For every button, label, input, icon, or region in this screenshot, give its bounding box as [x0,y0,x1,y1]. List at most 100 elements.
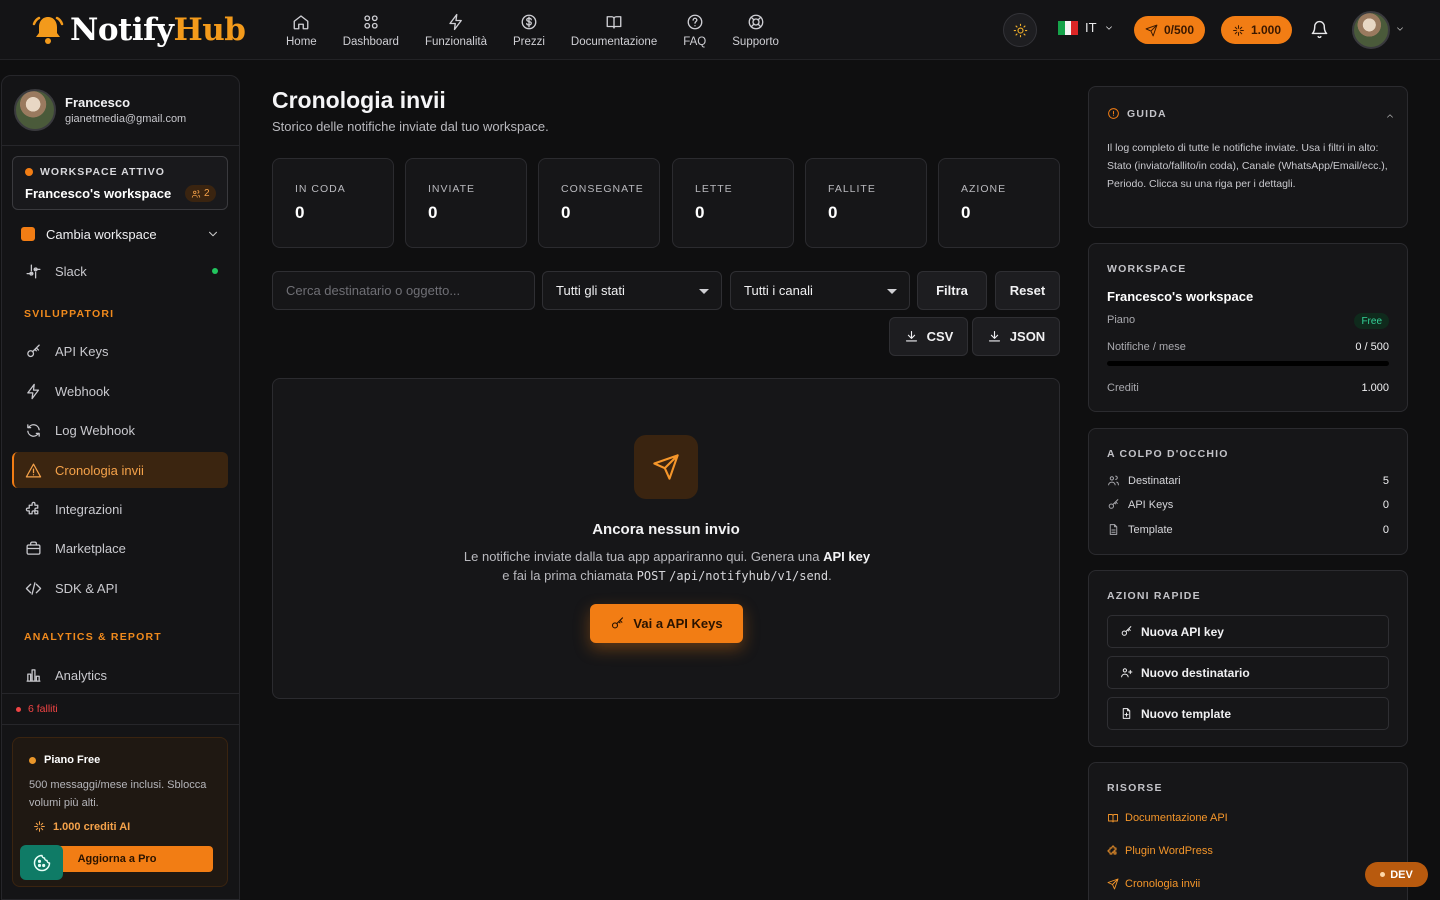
book-icon [606,15,622,29]
language-selector[interactable]: IT [1058,20,1114,35]
stat-label: AZIONE [961,183,1007,195]
users-icon [191,189,201,198]
cookie-icon [33,854,50,871]
resources-panel: RISORSE Documentazione API Plugin WordPr… [1088,762,1408,900]
link-send-history-label: Cronologia invii [1125,878,1201,890]
download-icon [988,330,1000,342]
stat-queued: IN CODA 0 [272,158,394,248]
user-avatar [14,89,56,131]
sidebar-item-analytics[interactable]: Analytics [12,657,228,693]
stat-value: 0 [828,203,838,222]
new-template-button[interactable]: Nuovo template [1107,697,1389,730]
sidebar-item-sdk-api[interactable]: SDK & API [12,570,228,606]
filter-button[interactable]: Filtra [917,271,987,310]
stat-delivered: CONSEGNATE 0 [538,158,660,248]
user-menu-caret[interactable] [1395,24,1405,34]
stat-value: 0 [428,203,438,222]
link-api-docs[interactable]: Documentazione API [1107,812,1228,824]
nav-pricing[interactable]: Prezzi [500,10,558,50]
cookie-settings-button[interactable] [20,845,63,880]
lifebuoy-icon [748,14,764,29]
user-avatar[interactable] [1352,11,1390,49]
quick-actions-title: AZIONI RAPIDE [1107,590,1201,602]
sidebar-item-integrations[interactable]: Integrazioni [12,491,228,527]
sidebar-item-webhook[interactable]: Webhook [12,373,228,409]
glance-label: Template [1128,523,1173,536]
messages-usage-pill[interactable]: 0/500 [1134,16,1206,44]
dropdown-arrow-icon [887,289,897,294]
sidebar-item-webhook-log[interactable]: Log Webhook [12,412,228,448]
active-workspace-card[interactable]: WORKSPACE ATTIVO Francesco's workspace 2 [12,156,228,210]
workspace-panel-title: WORKSPACE [1107,263,1187,275]
channel-select[interactable]: Tutti i canali [730,271,910,310]
notifications-button[interactable] [1310,20,1329,39]
credits-value: 1.000 [1251,23,1282,37]
sidebar-item-api-keys[interactable]: API Keys [12,333,228,369]
sidebar-item-marketplace[interactable]: Marketplace [12,530,228,566]
export-json-button[interactable]: JSON [972,317,1060,356]
nav-faq-label: FAQ [683,35,707,48]
credits-label: Crediti [1107,382,1139,394]
switch-workspace-button[interactable]: Cambia workspace [12,217,228,251]
sidebar-item-label: API Keys [55,343,109,359]
plan-dot [29,756,36,764]
dev-badge[interactable]: DEV [1365,862,1428,887]
workspace-members-badge: 2 [185,185,216,202]
nav-features[interactable]: Funzionalità [412,10,500,50]
export-csv-button[interactable]: CSV [889,317,968,356]
reset-button[interactable]: Reset [995,271,1060,310]
guide-panel: GUIDA Il log completo di tutte le notifi… [1088,86,1408,228]
dropdown-arrow-icon [699,289,709,294]
new-api-key-button[interactable]: Nuova API key [1107,615,1389,648]
sidebar-item-send-history[interactable]: Cronologia invii [12,452,228,488]
chevron-up-icon[interactable] [1385,111,1395,121]
nav-dashboard[interactable]: Dashboard [330,10,412,50]
nav-home[interactable]: Home [273,10,330,50]
theme-toggle-button[interactable] [1003,13,1037,47]
nav-docs[interactable]: Documentazione [558,10,670,50]
empty-state-title: Ancora nessun invio [592,521,740,538]
home-icon [293,14,309,29]
export-csv-label: CSV [926,329,954,344]
stat-label: LETTE [695,183,733,195]
stat-action: AZIONE 0 [938,158,1060,248]
notifications-label: Notifiche / mese [1107,341,1186,353]
nav-pricing-label: Prezzi [512,35,545,48]
logo[interactable]: NotifyHub [28,10,246,50]
info-icon [1108,108,1119,119]
chevron-down-icon [1397,27,1403,31]
active-dot [25,168,33,176]
nav-faq[interactable]: FAQ [670,10,719,50]
stat-sent: INVIATE 0 [405,158,527,248]
warning-icon [25,462,42,478]
download-icon [905,330,917,342]
notifications-value: 0 / 500 [1355,341,1389,353]
stat-value: 0 [695,203,705,222]
glance-title: A COLPO D'OCCHIO [1107,448,1229,460]
sidebar: Francesco gianetmedia@gmail.com WORKSPAC… [1,75,240,900]
user-email: gianetmedia@gmail.com [65,113,187,125]
empty-state-card: Ancora nessun invio Le notifiche inviate… [272,378,1060,699]
failed-notice[interactable]: 6 falliti [2,693,239,725]
code-icon [25,581,42,595]
nav-support[interactable]: Supporto [719,10,792,50]
sparkle-icon [1233,24,1244,36]
bolt-icon [449,13,462,30]
sidebar-menu[interactable]: Slack SVILUPPATORI API Keys Webhook Log … [2,261,239,693]
new-recipient-button[interactable]: Nuovo destinatario [1107,656,1389,689]
link-wordpress-plugin[interactable]: Plugin WordPress [1107,845,1213,857]
online-status-dot [212,268,218,274]
sidebar-item-slack[interactable]: Slack [12,261,228,289]
status-select[interactable]: Tutti gli stati [542,271,722,310]
slack-icon [26,263,41,279]
resources-title: RISORSE [1107,782,1163,794]
go-to-api-keys-button[interactable]: Vai a API Keys [590,604,743,643]
glance-value: 5 [1382,474,1389,487]
link-send-history[interactable]: Cronologia invii [1107,878,1200,890]
credits-pill[interactable]: 1.000 [1221,16,1293,44]
help-icon [687,14,703,29]
section-title-developers: SVILUPPATORI [24,308,115,320]
messages-usage-value: 0/500 [1164,23,1195,37]
link-api-docs-label: Documentazione API [1125,812,1228,824]
search-input[interactable]: Cerca destinatario o oggetto... [272,271,535,310]
